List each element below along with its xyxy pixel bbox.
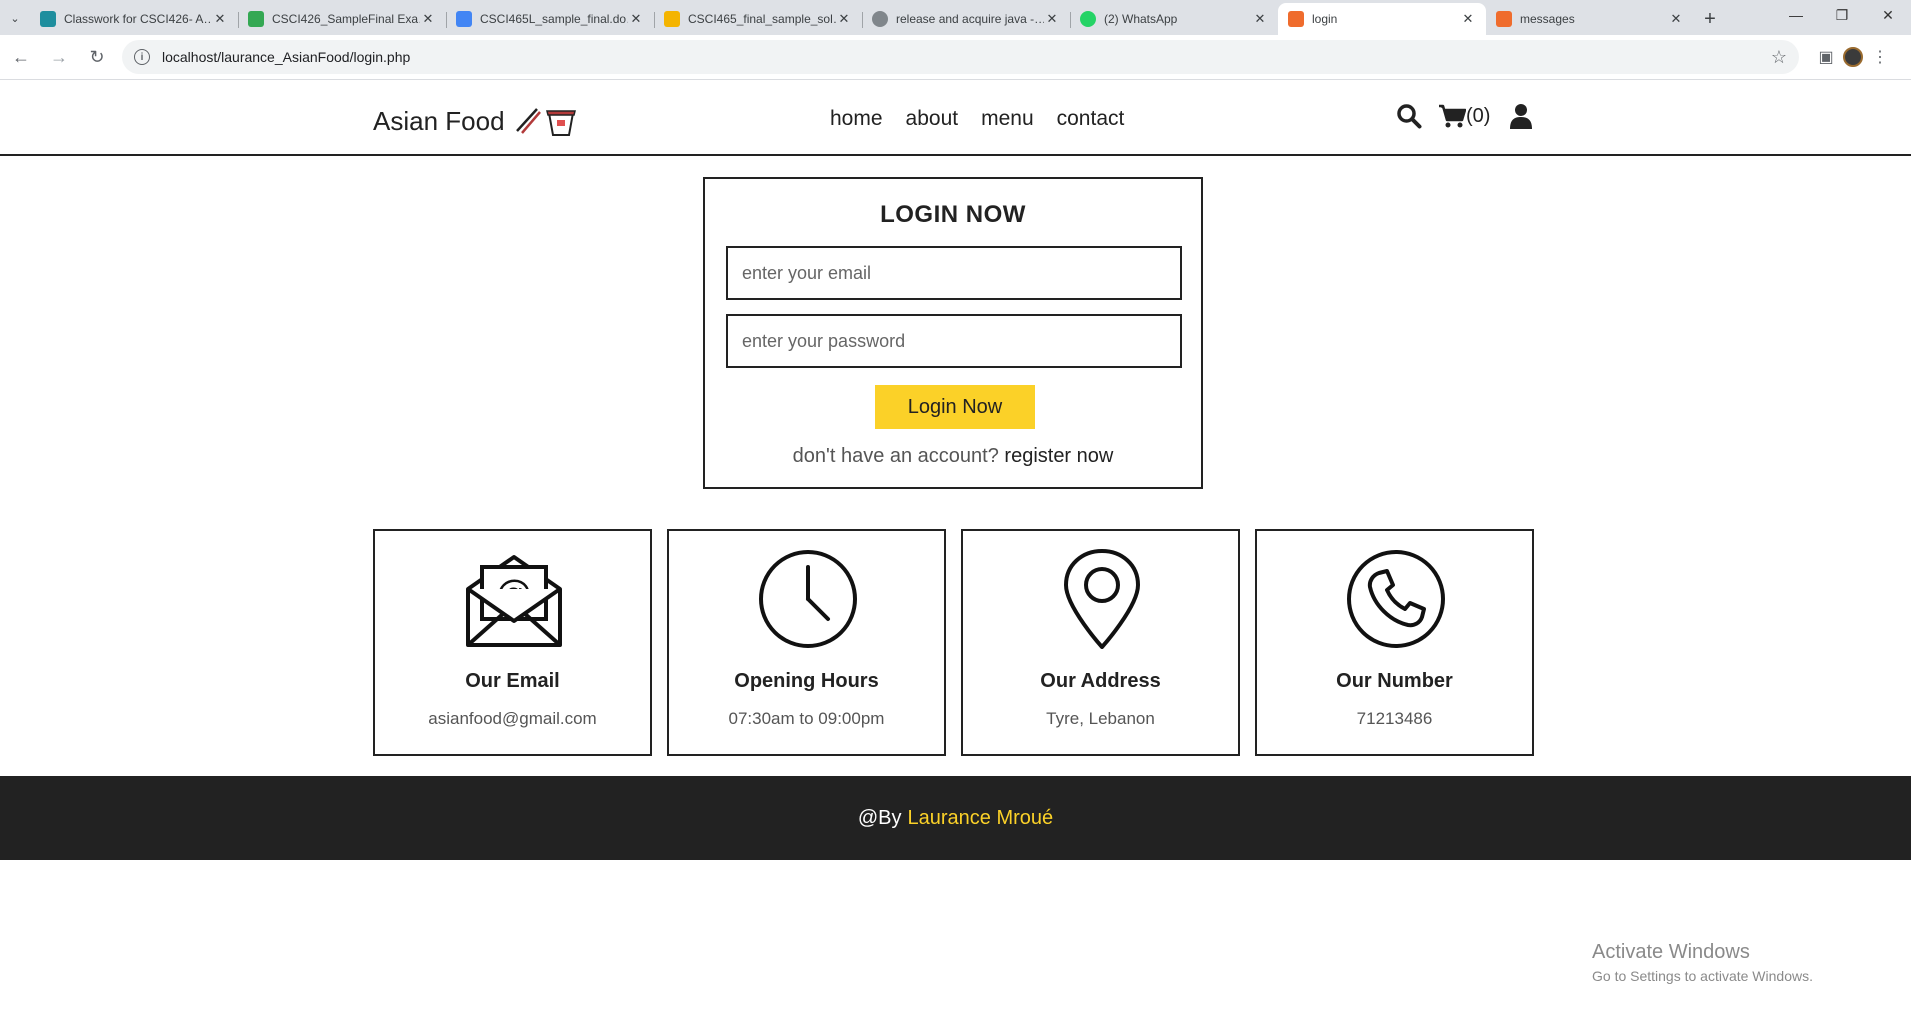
close-icon[interactable]: ✕: [836, 11, 852, 27]
slides-icon: [664, 11, 680, 27]
browser-tab[interactable]: CSCI465L_sample_final.do… ✕: [446, 3, 654, 35]
tab-title: CSCI426_SampleFinal Exa…: [272, 12, 420, 26]
close-icon[interactable]: ✕: [628, 11, 644, 27]
email-icon: @: [466, 555, 562, 647]
drive-icon: [456, 11, 472, 27]
bookmark-star-icon[interactable]: ☆: [1771, 47, 1787, 68]
card-value: 71213486: [1356, 709, 1433, 728]
reload-icon[interactable]: ↻: [80, 40, 114, 74]
nav-about[interactable]: about: [906, 107, 959, 131]
nav-menu[interactable]: menu: [981, 107, 1034, 131]
nav-contact[interactable]: contact: [1057, 107, 1125, 131]
login-form: LOGIN NOW Login Now don't have an accoun…: [703, 177, 1203, 489]
browser-tab[interactable]: release and acquire java -… ✕: [862, 3, 1070, 35]
register-prompt: don't have an account?: [792, 445, 999, 467]
login-title: LOGIN NOW: [880, 201, 1026, 228]
info-card-hours: Opening Hours 07:30am to 09:00pm: [667, 529, 946, 756]
side-panel-icon[interactable]: ▣: [1809, 40, 1843, 74]
new-tab-button[interactable]: +: [1694, 3, 1726, 35]
card-value: asianfood@gmail.com: [428, 709, 597, 728]
forward-arrow-icon[interactable]: →: [42, 40, 76, 74]
footer-author: Laurance Mroué: [907, 806, 1054, 829]
phone-icon: [1347, 550, 1445, 648]
browser-tab-strip: ⌄ Classwork for CSCI426- A… ✕ CSCI426_Sa…: [0, 0, 1911, 35]
window-controls: — ❐ ✕: [1773, 0, 1911, 30]
tab-search-icon[interactable]: ⌄: [0, 3, 30, 33]
info-card-number: Our Number 71213486: [1255, 529, 1534, 756]
close-icon[interactable]: ✕: [1668, 11, 1684, 27]
site-footer: @By Laurance Mroué: [0, 776, 1911, 860]
drive-icon: [248, 11, 264, 27]
info-cards: @ Our Email asianfood@gmail.com Opening …: [373, 529, 1534, 756]
tab-title: CSCI465_final_sample_sol…: [688, 12, 836, 26]
browser-tab[interactable]: CSCI465_final_sample_sol… ✕: [654, 3, 862, 35]
kebab-menu-icon[interactable]: ⋮: [1863, 40, 1897, 74]
password-field[interactable]: [726, 314, 1182, 368]
search-icon[interactable]: [1396, 103, 1422, 129]
close-icon[interactable]: ✕: [1460, 11, 1476, 27]
chopsticks-takeout-icon: [515, 108, 576, 136]
classroom-icon: [40, 11, 56, 27]
browser-tab-active[interactable]: login ✕: [1278, 3, 1486, 35]
info-card-address: Our Address Tyre, Lebanon: [961, 529, 1240, 756]
close-icon[interactable]: ✕: [420, 11, 436, 27]
minimize-icon[interactable]: —: [1773, 0, 1819, 30]
browser-tab[interactable]: (2) WhatsApp ✕: [1070, 3, 1278, 35]
register-line: don't have an account? register now: [705, 445, 1201, 468]
site-logo[interactable]: Asian Food: [373, 105, 577, 137]
tab-title: release and acquire java -…: [896, 12, 1044, 26]
close-icon[interactable]: ✕: [1044, 11, 1060, 27]
globe-icon: [872, 11, 888, 27]
tab-title: CSCI465L_sample_final.do…: [480, 12, 628, 26]
card-title: Our Address: [1040, 670, 1161, 692]
back-arrow-icon[interactable]: ←: [4, 40, 38, 74]
watermark-title: Activate Windows: [1592, 941, 1750, 963]
footer-prefix: @By: [857, 806, 902, 829]
site-info-icon[interactable]: i: [134, 49, 150, 65]
profile-avatar[interactable]: [1843, 47, 1863, 67]
close-icon[interactable]: ✕: [212, 11, 228, 27]
card-title: Our Email: [465, 670, 560, 692]
tab-title: Classwork for CSCI426- A…: [64, 12, 212, 26]
header-icons: (0): [1396, 103, 1533, 129]
tab-title: login: [1312, 12, 1338, 26]
browser-tab[interactable]: Classwork for CSCI426- A… ✕: [30, 3, 238, 35]
cart-icon: [1439, 104, 1466, 128]
logo-text: Asian Food: [373, 105, 505, 136]
clock-icon: [759, 550, 857, 648]
xampp-icon: [1288, 11, 1304, 27]
watermark-subtitle: Go to Settings to activate Windows.: [1592, 968, 1813, 984]
nav-home[interactable]: home: [830, 107, 883, 131]
whatsapp-icon: [1080, 11, 1096, 27]
cart-button[interactable]: (0): [1438, 103, 1490, 129]
close-icon[interactable]: ✕: [1252, 11, 1268, 27]
windows-activation-watermark: Activate Windows Go to Settings to activ…: [1592, 941, 1813, 984]
browser-tab[interactable]: CSCI426_SampleFinal Exa… ✕: [238, 3, 446, 35]
user-icon[interactable]: [1510, 103, 1533, 129]
location-pin-icon: [1064, 549, 1140, 649]
cart-count: (0): [1466, 104, 1491, 127]
address-bar[interactable]: i localhost/laurance_AsianFood/login.php…: [122, 40, 1799, 74]
browser-toolbar: ← → ↻ i localhost/laurance_AsianFood/log…: [0, 35, 1911, 80]
info-card-email: @ Our Email asianfood@gmail.com: [373, 529, 652, 756]
login-button[interactable]: Login Now: [875, 385, 1035, 429]
close-window-icon[interactable]: ✕: [1865, 0, 1911, 30]
site-header: Asian Food home about menu contact (0): [0, 81, 1911, 156]
register-link[interactable]: register now: [1004, 445, 1113, 467]
card-value: 07:30am to 09:00pm: [728, 709, 885, 728]
tab-title: (2) WhatsApp: [1104, 12, 1178, 26]
card-title: Our Number: [1336, 670, 1453, 692]
card-title: Opening Hours: [734, 670, 879, 692]
restore-icon[interactable]: ❐: [1819, 0, 1865, 30]
card-value: Tyre, Lebanon: [1046, 709, 1155, 728]
tab-title: messages: [1520, 12, 1575, 26]
email-field[interactable]: [726, 246, 1182, 300]
url-text[interactable]: localhost/laurance_AsianFood/login.php: [162, 49, 1771, 65]
main-nav: home about menu contact: [830, 107, 1124, 131]
xampp-icon: [1496, 11, 1512, 27]
browser-tab[interactable]: messages ✕: [1486, 3, 1694, 35]
